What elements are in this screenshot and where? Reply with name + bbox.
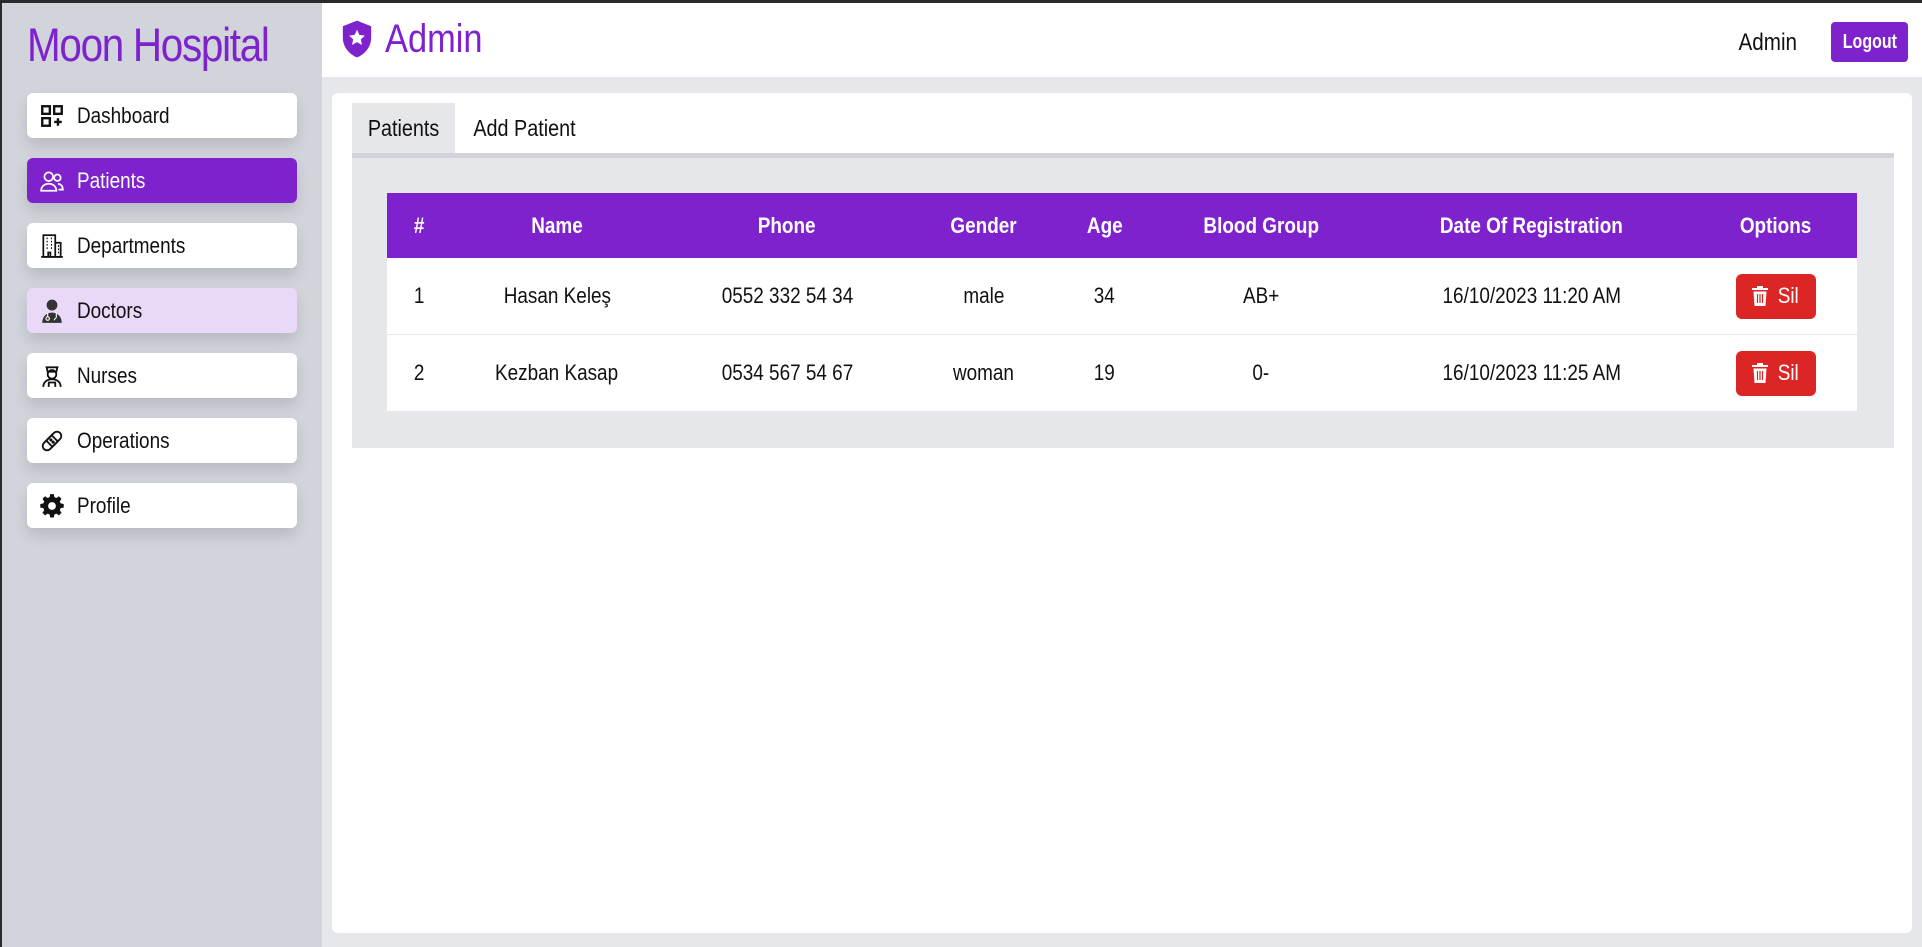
sidebar-item-label: Nurses xyxy=(77,362,137,388)
cell-age: 34 xyxy=(1093,283,1116,308)
cell-age: 19 xyxy=(1093,360,1116,385)
column-header-gender: Gender xyxy=(950,212,1017,238)
tab-add-patient[interactable]: Add Patient xyxy=(455,103,594,153)
cell-registration-date: 16/10/2023 11:25 AM xyxy=(1442,360,1621,385)
sidebar-item-label: Doctors xyxy=(77,297,143,323)
patients-table: # Name Phone Gender Age Blood Group Date… xyxy=(387,193,1857,411)
sidebar-item-dashboard[interactable]: Dashboard xyxy=(27,93,297,138)
cell-blood-group: 0- xyxy=(1252,360,1270,385)
sidebar-item-label: Departments xyxy=(77,232,186,258)
sidebar-item-label: Operations xyxy=(77,427,170,453)
sidebar-item-label: Dashboard xyxy=(77,102,170,128)
table-row: 1 Hasan Keleş 0552 332 54 34 male 34 AB+… xyxy=(387,258,1857,335)
sidebar-item-label: Patients xyxy=(77,167,146,193)
column-header-phone: Phone xyxy=(758,212,816,238)
current-user-label: Admin xyxy=(1738,29,1797,56)
users-icon xyxy=(38,167,66,195)
tab-label: Patients xyxy=(367,114,440,141)
table-header: # Name Phone Gender Age Blood Group Date… xyxy=(387,193,1857,258)
bandage-icon xyxy=(38,427,66,455)
sidebar-item-patients[interactable]: Patients xyxy=(27,158,297,203)
cell-registration-date: 16/10/2023 11:20 AM xyxy=(1442,283,1621,308)
cell-options: Sil xyxy=(1694,273,1857,319)
sidebar-nav: Dashboard Patients Departments Doctors N… xyxy=(27,93,297,548)
cell-phone: 0552 332 54 34 xyxy=(721,283,853,308)
sidebar-item-doctors[interactable]: Doctors xyxy=(27,288,297,333)
cell-number: 2 xyxy=(413,360,425,385)
dashboard-grid-icon xyxy=(38,102,66,130)
patients-panel: # Name Phone Gender Age Blood Group Date… xyxy=(352,158,1894,448)
column-header-options: Options xyxy=(1739,212,1812,238)
column-header-age: Age xyxy=(1086,212,1123,238)
doctor-icon xyxy=(38,297,66,325)
sidebar-item-label: Profile xyxy=(77,492,131,518)
building-icon xyxy=(38,232,66,260)
cell-blood-group: AB+ xyxy=(1242,283,1280,308)
tab-patients[interactable]: Patients xyxy=(352,103,456,153)
sidebar: Moon Hospital Dashboard Patients Departm… xyxy=(2,3,322,947)
column-header-blood-group: Blood Group xyxy=(1203,212,1319,238)
cell-options: Sil xyxy=(1694,350,1857,396)
page-title: Admin xyxy=(385,17,483,61)
delete-button[interactable]: Sil xyxy=(1735,273,1816,319)
cell-gender: male xyxy=(962,283,1005,308)
sidebar-item-profile[interactable]: Profile xyxy=(27,483,297,528)
delete-button[interactable]: Sil xyxy=(1735,350,1816,396)
delete-button-label: Sil xyxy=(1777,283,1800,308)
cell-name: Hasan Keleş xyxy=(503,283,611,308)
column-header-name: Name xyxy=(531,212,583,238)
tab-label: Add Patient xyxy=(473,114,576,141)
column-header-registration-date: Date Of Registration xyxy=(1440,212,1623,238)
gear-icon xyxy=(38,492,66,520)
sidebar-item-departments[interactable]: Departments xyxy=(27,223,297,268)
column-header-number: # xyxy=(413,212,425,238)
nurse-icon xyxy=(38,362,66,390)
trash-icon xyxy=(1752,286,1769,306)
trash-icon xyxy=(1752,363,1769,383)
delete-button-label: Sil xyxy=(1777,360,1800,385)
sidebar-item-operations[interactable]: Operations xyxy=(27,418,297,463)
top-header: Admin Admin Logout xyxy=(322,3,1922,77)
tab-bar: Patients Add Patient xyxy=(352,103,594,153)
brand-title: Moon Hospital xyxy=(27,18,270,71)
shield-star-icon xyxy=(342,20,372,58)
main-card: Patients Add Patient # Name Phone Gender… xyxy=(332,93,1912,933)
sidebar-item-nurses[interactable]: Nurses xyxy=(27,353,297,398)
cell-gender: woman xyxy=(952,360,1014,385)
table-row: 2 Kezban Kasap 0534 567 54 67 woman 19 0… xyxy=(387,335,1857,411)
cell-name: Kezban Kasap xyxy=(495,360,619,385)
cell-phone: 0534 567 54 67 xyxy=(721,360,853,385)
logout-button[interactable]: Logout xyxy=(1831,22,1908,62)
logout-button-label: Logout xyxy=(1842,30,1897,53)
cell-number: 1 xyxy=(413,283,425,308)
